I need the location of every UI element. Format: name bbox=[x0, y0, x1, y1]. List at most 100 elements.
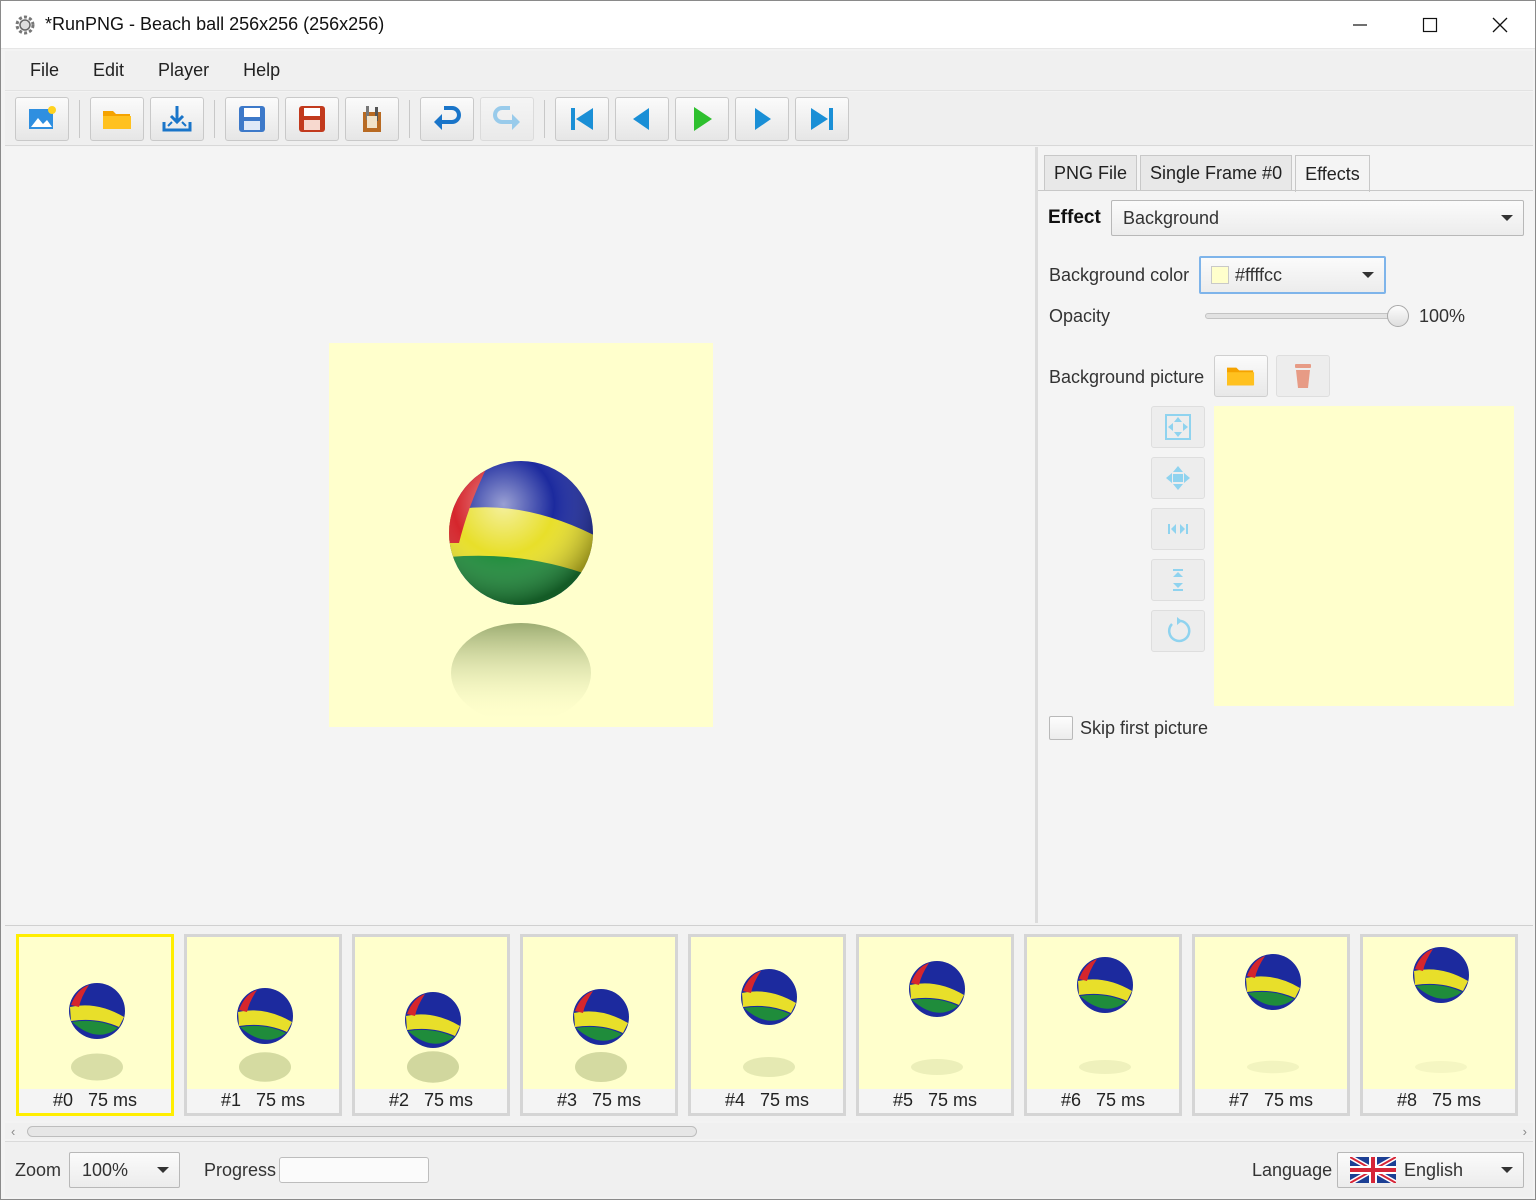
background-color-label: Background color bbox=[1049, 265, 1190, 285]
frame-image bbox=[1027, 937, 1179, 1089]
frame-label: #0 75 ms bbox=[52, 1090, 138, 1110]
save-icon bbox=[239, 106, 265, 132]
reset-button[interactable] bbox=[1151, 610, 1205, 652]
download-icon bbox=[162, 106, 192, 132]
scroll-right-icon[interactable]: › bbox=[1523, 1124, 1527, 1139]
skip-first-picture-label: Skip first picture bbox=[1080, 718, 1209, 738]
save-as-icon bbox=[299, 106, 325, 132]
effect-select[interactable]: Background bbox=[1111, 200, 1524, 236]
beach-ball-thumbnail bbox=[1077, 957, 1133, 1074]
frame-thumbnail[interactable]: #2 75 ms bbox=[352, 934, 510, 1116]
progress-bar bbox=[279, 1157, 429, 1183]
frame-image bbox=[19, 937, 171, 1089]
tab-effects[interactable]: Effects bbox=[1295, 155, 1370, 192]
frame-thumbnail[interactable]: #1 75 ms bbox=[184, 934, 342, 1116]
frame-thumbnail[interactable]: #0 75 ms bbox=[16, 934, 174, 1116]
first-frame-button[interactable] bbox=[555, 97, 609, 141]
background-picture-label: Background picture bbox=[1049, 367, 1205, 387]
maximize-icon bbox=[1422, 17, 1438, 33]
opacity-value: 100% bbox=[1419, 306, 1466, 326]
last-frame-button[interactable] bbox=[795, 97, 849, 141]
zoom-select[interactable]: 100% bbox=[69, 1152, 180, 1188]
window-title: *RunPNG - Beach ball 256x256 (256x256) bbox=[45, 14, 385, 34]
fit-height-icon bbox=[1173, 569, 1183, 591]
frame-thumbnail[interactable]: #5 75 ms bbox=[856, 934, 1014, 1116]
frame-label: #3 75 ms bbox=[556, 1090, 642, 1110]
frame-thumbnail[interactable]: #4 75 ms bbox=[688, 934, 846, 1116]
frame-thumbnail[interactable]: #6 75 ms bbox=[1024, 934, 1182, 1116]
fit-width-button[interactable] bbox=[1151, 508, 1205, 550]
menu-edit[interactable]: Edit bbox=[76, 60, 141, 81]
frame-strip: #0 75 ms #1 75 ms #2 75 ms #3 75 ms #4 75 ms… bbox=[5, 925, 1533, 1121]
open-button[interactable] bbox=[90, 97, 144, 141]
effect-select-value: Background bbox=[1123, 207, 1220, 228]
opacity-slider-track[interactable] bbox=[1205, 313, 1397, 319]
menu-file[interactable]: File bbox=[5, 60, 76, 81]
toolbox-icon bbox=[363, 106, 381, 132]
stretch-button[interactable] bbox=[1151, 457, 1205, 499]
progress-label: Progress bbox=[204, 1160, 277, 1180]
menu-bar: File Edit Player Help bbox=[5, 51, 1533, 91]
tools-button[interactable] bbox=[345, 97, 399, 141]
beach-ball-thumbnail bbox=[1245, 954, 1301, 1074]
tab-single-frame[interactable]: Single Frame #0 bbox=[1140, 155, 1293, 191]
menu-player[interactable]: Player bbox=[141, 60, 226, 81]
previous-frame-button[interactable] bbox=[615, 97, 669, 141]
beach-ball-thumbnail bbox=[405, 992, 461, 1083]
beach-ball-thumbnail bbox=[741, 969, 797, 1077]
folder-icon bbox=[103, 111, 131, 129]
play-icon bbox=[694, 107, 712, 131]
delete-background-picture-button[interactable] bbox=[1276, 355, 1330, 397]
chevron-down-icon bbox=[157, 1167, 169, 1173]
frame-label: #1 75 ms bbox=[220, 1090, 306, 1110]
frame-image bbox=[523, 937, 675, 1089]
save-as-button[interactable] bbox=[285, 97, 339, 141]
frame-image bbox=[1363, 937, 1515, 1089]
next-frame-button[interactable] bbox=[735, 97, 789, 141]
frame-thumbnail[interactable]: #3 75 ms bbox=[520, 934, 678, 1116]
import-button[interactable] bbox=[150, 97, 204, 141]
redo-icon bbox=[493, 106, 520, 130]
beach-ball-thumbnail bbox=[573, 989, 629, 1082]
frame-strip-scrollbar[interactable]: ‹ › bbox=[5, 1123, 1533, 1139]
toolbar bbox=[5, 92, 1533, 146]
stretch-icon bbox=[1166, 466, 1190, 490]
frame-thumbnail[interactable]: #8 75 ms bbox=[1360, 934, 1518, 1116]
minimize-icon bbox=[1353, 24, 1367, 26]
scrollbar-thumb[interactable] bbox=[27, 1126, 697, 1137]
undo-button[interactable] bbox=[420, 97, 474, 141]
language-value: English bbox=[1404, 1159, 1464, 1180]
tab-png-file[interactable]: PNG File bbox=[1044, 155, 1138, 191]
step-forward-icon bbox=[755, 108, 771, 130]
undo-icon bbox=[434, 106, 461, 130]
background-color-picker[interactable]: #ffffcc bbox=[1199, 256, 1386, 294]
language-select[interactable]: English bbox=[1337, 1152, 1524, 1188]
save-button[interactable] bbox=[225, 97, 279, 141]
opacity-slider-thumb[interactable] bbox=[1387, 305, 1409, 327]
tab-bar: PNG File Single Frame #0 Effects bbox=[1044, 155, 1373, 192]
folder-icon bbox=[1227, 367, 1255, 386]
open-background-picture-button[interactable] bbox=[1214, 355, 1268, 397]
new-image-button[interactable] bbox=[15, 97, 69, 141]
fit-button[interactable] bbox=[1151, 406, 1205, 448]
fit-height-button[interactable] bbox=[1151, 559, 1205, 601]
frame-label: #6 75 ms bbox=[1060, 1090, 1146, 1110]
fit-icon bbox=[1165, 414, 1191, 440]
skip-to-start-icon bbox=[571, 108, 593, 130]
minimize-button[interactable] bbox=[1325, 1, 1395, 49]
menu-help[interactable]: Help bbox=[226, 60, 297, 81]
redo-button[interactable] bbox=[480, 97, 534, 141]
close-button[interactable] bbox=[1465, 1, 1535, 49]
frame-thumbnail[interactable]: #7 75 ms bbox=[1192, 934, 1350, 1116]
play-button[interactable] bbox=[675, 97, 729, 141]
frame-label: #4 75 ms bbox=[724, 1090, 810, 1110]
maximize-button[interactable] bbox=[1395, 1, 1465, 49]
preview-image bbox=[329, 343, 713, 727]
skip-first-picture-checkbox[interactable] bbox=[1049, 716, 1073, 740]
color-swatch bbox=[1211, 266, 1229, 284]
step-back-icon bbox=[633, 108, 649, 130]
frame-image bbox=[1195, 937, 1347, 1089]
beach-ball-image bbox=[449, 461, 593, 723]
beach-ball-thumbnail bbox=[237, 988, 293, 1082]
scroll-left-icon[interactable]: ‹ bbox=[11, 1124, 15, 1139]
